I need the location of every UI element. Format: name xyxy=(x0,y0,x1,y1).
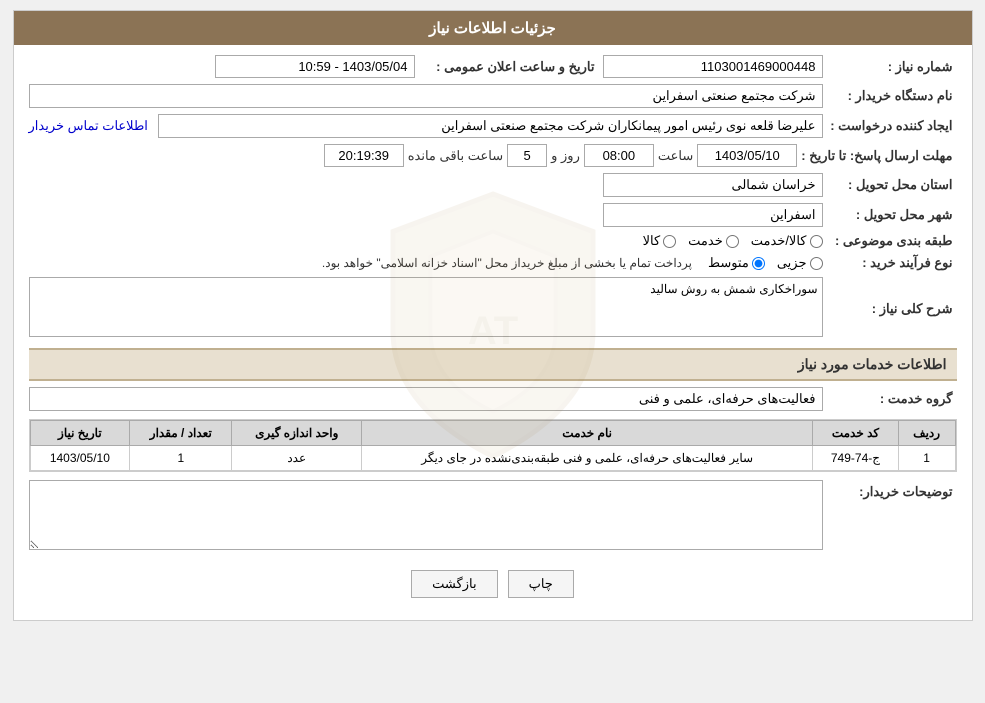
creator-value: علیرضا قلعه نوی رئیس امور پیمانکاران شرک… xyxy=(158,114,823,138)
buyer-description-textarea[interactable] xyxy=(29,480,823,550)
need-description-label: شرح کلی نیاز : xyxy=(827,301,957,317)
purchase-type-label-motavasset: متوسط xyxy=(708,255,749,271)
purchase-type-label-jozii: جزیی xyxy=(777,255,807,271)
category-radio-group: کالا/خدمت خدمت کالا xyxy=(643,233,823,249)
table-header-row: ردیف کد خدمت نام خدمت واحد اندازه گیری ت… xyxy=(30,421,955,446)
service-group-row: گروه خدمت : فعالیت‌های حرفه‌ای، علمی و ف… xyxy=(29,387,957,411)
col-header-row-num: ردیف xyxy=(898,421,955,446)
response-date-value: 1403/05/10 xyxy=(697,144,797,167)
category-radio-kala-khedmat[interactable] xyxy=(810,235,823,248)
purchase-type-radio-group: جزیی متوسط xyxy=(708,255,823,271)
contact-info-link[interactable]: اطلاعات تماس خریدار xyxy=(29,118,148,134)
cell-date: 1403/05/10 xyxy=(30,446,130,471)
services-section-header: اطلاعات خدمات مورد نیاز xyxy=(29,348,957,381)
category-option-kala: کالا xyxy=(643,233,677,249)
need-description-row: شرح کلی نیاز : xyxy=(29,277,957,340)
col-header-quantity: تعداد / مقدار xyxy=(130,421,232,446)
creator-label: ایجاد کننده درخواست : xyxy=(827,118,957,134)
delivery-city-row: شهر محل تحویل : اسفراین xyxy=(29,203,957,227)
buyer-description-area: توضیحات خریدار: xyxy=(29,480,957,550)
page-header: جزئیات اطلاعات نیاز xyxy=(14,11,972,45)
buttons-row: چاپ بازگشت xyxy=(29,558,957,610)
need-description-textarea[interactable] xyxy=(29,277,823,337)
col-header-date: تاریخ نیاز xyxy=(30,421,130,446)
cell-unit: عدد xyxy=(232,446,362,471)
purchase-type-jozii: جزیی xyxy=(777,255,823,271)
delivery-province-row: استان محل تحویل : خراسان شمالی xyxy=(29,173,957,197)
services-table-container: ردیف کد خدمت نام خدمت واحد اندازه گیری ت… xyxy=(29,419,957,472)
page-title: جزئیات اطلاعات نیاز xyxy=(429,20,556,37)
delivery-city-label: شهر محل تحویل : xyxy=(827,207,957,223)
category-label-kala-khedmat: کالا/خدمت xyxy=(751,233,807,249)
need-number-label: شماره نیاز : xyxy=(827,59,957,75)
announcement-date-label: تاریخ و ساعت اعلان عمومی : xyxy=(419,59,599,75)
category-option-khedmat: خدمت xyxy=(688,233,739,249)
response-time-value: 08:00 xyxy=(584,144,654,167)
category-label: طبقه بندی موضوعی : xyxy=(827,233,957,249)
col-header-unit: واحد اندازه گیری xyxy=(232,421,362,446)
main-container: جزئیات اطلاعات نیاز AT شماره نیاز : 1103… xyxy=(13,10,973,621)
purchase-type-note: پرداخت تمام یا بخشی از مبلغ خریداز محل "… xyxy=(322,256,692,270)
services-table: ردیف کد خدمت نام خدمت واحد اندازه گیری ت… xyxy=(30,420,956,471)
remaining-time-value: 20:19:39 xyxy=(324,144,404,167)
purchase-type-radio-jozii[interactable] xyxy=(810,257,823,270)
services-section-title: اطلاعات خدمات مورد نیاز xyxy=(798,356,947,372)
buyer-name-label: نام دستگاه خریدار : xyxy=(827,88,957,104)
service-group-value: فعالیت‌های حرفه‌ای، علمی و فنی xyxy=(29,387,823,411)
buyer-description-label: توضیحات خریدار: xyxy=(827,480,957,500)
category-radio-kala[interactable] xyxy=(663,235,676,248)
response-time-label: ساعت xyxy=(658,148,693,164)
response-deadline-row: مهلت ارسال پاسخ: تا تاریخ : 1403/05/10 س… xyxy=(29,144,957,167)
remaining-days-label: روز و xyxy=(551,148,580,164)
print-button[interactable]: چاپ xyxy=(508,570,574,598)
col-header-service-name: نام خدمت xyxy=(362,421,813,446)
category-option-kala-khedmat: کالا/خدمت xyxy=(751,233,823,249)
announcement-date-value: 1403/05/04 - 10:59 xyxy=(215,55,415,78)
col-header-service-code: کد خدمت xyxy=(813,421,899,446)
table-row: 1 ج-74-749 سایر فعالیت‌های حرفه‌ای، علمی… xyxy=(30,446,955,471)
response-deadline-label: مهلت ارسال پاسخ: تا تاریخ : xyxy=(801,148,956,164)
remaining-time-label: ساعت باقی مانده xyxy=(408,148,503,164)
creator-row: ایجاد کننده درخواست : علیرضا قلعه نوی رئ… xyxy=(29,114,957,138)
delivery-province-value: خراسان شمالی xyxy=(603,173,823,197)
category-label-khedmat: خدمت xyxy=(688,233,723,249)
purchase-type-row: نوع فرآیند خرید : جزیی متوسط پرداخت تمام… xyxy=(29,255,957,271)
remaining-days-value: 5 xyxy=(507,144,547,167)
cell-quantity: 1 xyxy=(130,446,232,471)
cell-service-code: ج-74-749 xyxy=(813,446,899,471)
back-button[interactable]: بازگشت xyxy=(411,570,497,598)
delivery-city-value: اسفراین xyxy=(603,203,823,227)
delivery-province-label: استان محل تحویل : xyxy=(827,177,957,193)
purchase-type-motavasset: متوسط xyxy=(708,255,765,271)
category-radio-khedmat[interactable] xyxy=(726,235,739,248)
need-number-value: 1103001469000448 xyxy=(603,55,823,78)
buyer-name-row: نام دستگاه خریدار : شرکت مجتمع صنعتی اسف… xyxy=(29,84,957,108)
cell-row-num: 1 xyxy=(898,446,955,471)
service-group-label: گروه خدمت : xyxy=(827,391,957,407)
cell-service-name: سایر فعالیت‌های حرفه‌ای، علمی و فنی طبقه… xyxy=(362,446,813,471)
purchase-type-label: نوع فرآیند خرید : xyxy=(827,255,957,271)
need-number-row: شماره نیاز : 1103001469000448 تاریخ و سا… xyxy=(29,55,957,78)
buyer-name-value: شرکت مجتمع صنعتی اسفراین xyxy=(29,84,823,108)
category-row: طبقه بندی موضوعی : کالا/خدمت خدمت کالا xyxy=(29,233,957,249)
category-label-kala: کالا xyxy=(643,233,661,249)
content-area: AT شماره نیاز : 1103001469000448 تاریخ و… xyxy=(14,45,972,620)
purchase-type-radio-motavasset[interactable] xyxy=(752,257,765,270)
